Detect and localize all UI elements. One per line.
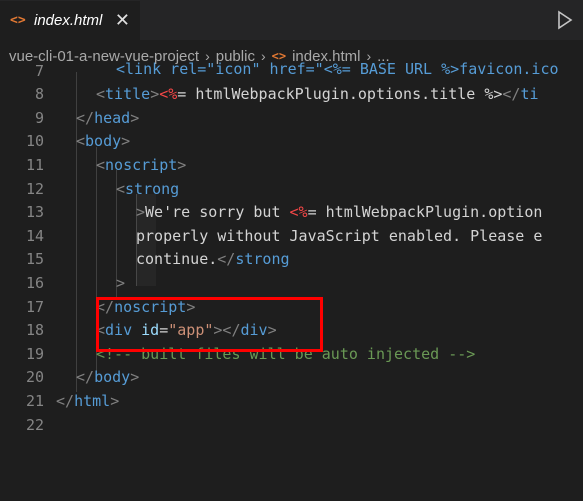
code-token: head [94,108,131,127]
code-content: <strong [116,178,179,202]
tab-label: index.html [34,12,103,29]
line-number: 12 [25,179,44,198]
line-number: 8 [34,85,44,104]
code-line[interactable]: 15 continue.</strong [0,248,583,272]
code-token: html [74,391,111,410]
code-token: = htmlWebpackPlugin.option [307,203,543,222]
code-content: </body> [76,366,139,390]
code-token: </ [76,108,95,127]
code-line[interactable]: 16 > [0,272,583,296]
code-content: <title><%= htmlWebpackPlugin.options.tit… [96,83,539,107]
line-number: 11 [25,155,44,174]
code-token: </ [502,85,521,104]
code-content: continue.</strong [136,248,290,272]
code-line[interactable]: 11 <noscript> [0,154,583,178]
tab-index-html[interactable]: <> index.html ✕ [0,0,140,40]
code-token: > [130,108,140,127]
line-number: 17 [25,297,44,316]
code-token: > [177,155,187,174]
close-icon[interactable]: ✕ [115,10,130,30]
code-token: We're sorry but [145,203,290,222]
code-token: <% [289,203,308,222]
code-content: properly without JavaScript enabled. Ple… [136,225,542,249]
code-content: <body> [76,130,130,154]
highlight-box [96,297,323,352]
code-line[interactable]: 20 </body> [0,366,583,390]
line-number: 7 [34,61,44,80]
code-token: <% [159,85,178,104]
code-token: < [76,132,86,151]
code-content: </head> [76,107,139,131]
line-number: 18 [25,321,44,340]
code-token: continue. [136,250,218,269]
code-token: </ [76,368,95,387]
code-token: > [150,85,160,104]
code-token: ti [520,85,539,104]
code-token: < [96,155,106,174]
code-token: strong [125,179,180,198]
code-content: >We're sorry but <%= htmlWebpackPlugin.o… [136,201,542,225]
line-number: 9 [34,108,44,127]
code-token: strong [235,250,290,269]
code-token: > [121,132,131,151]
code-content: > [116,272,125,296]
code-token: title [105,85,151,104]
code-token: body [94,368,131,387]
line-number: 20 [25,368,44,387]
line-number: 15 [25,250,44,269]
code-line[interactable]: 14 properly without JavaScript enabled. P… [0,225,583,249]
code-token: </ [217,250,236,269]
code-token: </ [56,391,75,410]
line-number: 19 [25,344,44,363]
code-line[interactable]: 13 >We're sorry but <%= htmlWebpackPlugin… [0,201,583,225]
code-line[interactable]: 22 [0,414,583,438]
code-token: noscript [105,155,178,174]
code-token: > [136,203,146,222]
code-token: body [85,132,122,151]
line-number: 13 [25,203,44,222]
code-token: < [116,179,126,198]
line-number: 14 [25,226,44,245]
code-content: <noscript> [96,154,186,178]
code-editor[interactable]: <link rel="icon" href="<%= BASE_URL %>fa… [0,60,583,501]
line-number: 16 [25,273,44,292]
code-token: = htmlWebpackPlugin.options.title %> [177,85,503,104]
code-content: </html> [56,390,119,414]
line-number: 10 [25,132,44,151]
code-token: > [110,391,120,410]
code-token: properly without JavaScript enabled. Ple… [136,226,543,245]
code-token: > [130,368,140,387]
code-line[interactable]: 10 <body> [0,130,583,154]
code-line[interactable]: 7 [0,60,583,84]
code-token: > [116,273,126,292]
play-icon[interactable] [557,10,573,30]
code-line[interactable]: 8 <title><%= htmlWebpackPlugin.options.ti… [0,83,583,107]
line-number: 21 [25,391,44,410]
html-file-icon: <> [10,13,26,28]
code-line[interactable]: 12 <strong [0,178,583,202]
code-line[interactable]: 9 </head> [0,107,583,131]
code-line[interactable]: 21 </html> [0,390,583,414]
code-token: < [96,85,106,104]
line-number: 22 [25,415,44,434]
tab-bar: <> index.html ✕ [0,0,583,40]
